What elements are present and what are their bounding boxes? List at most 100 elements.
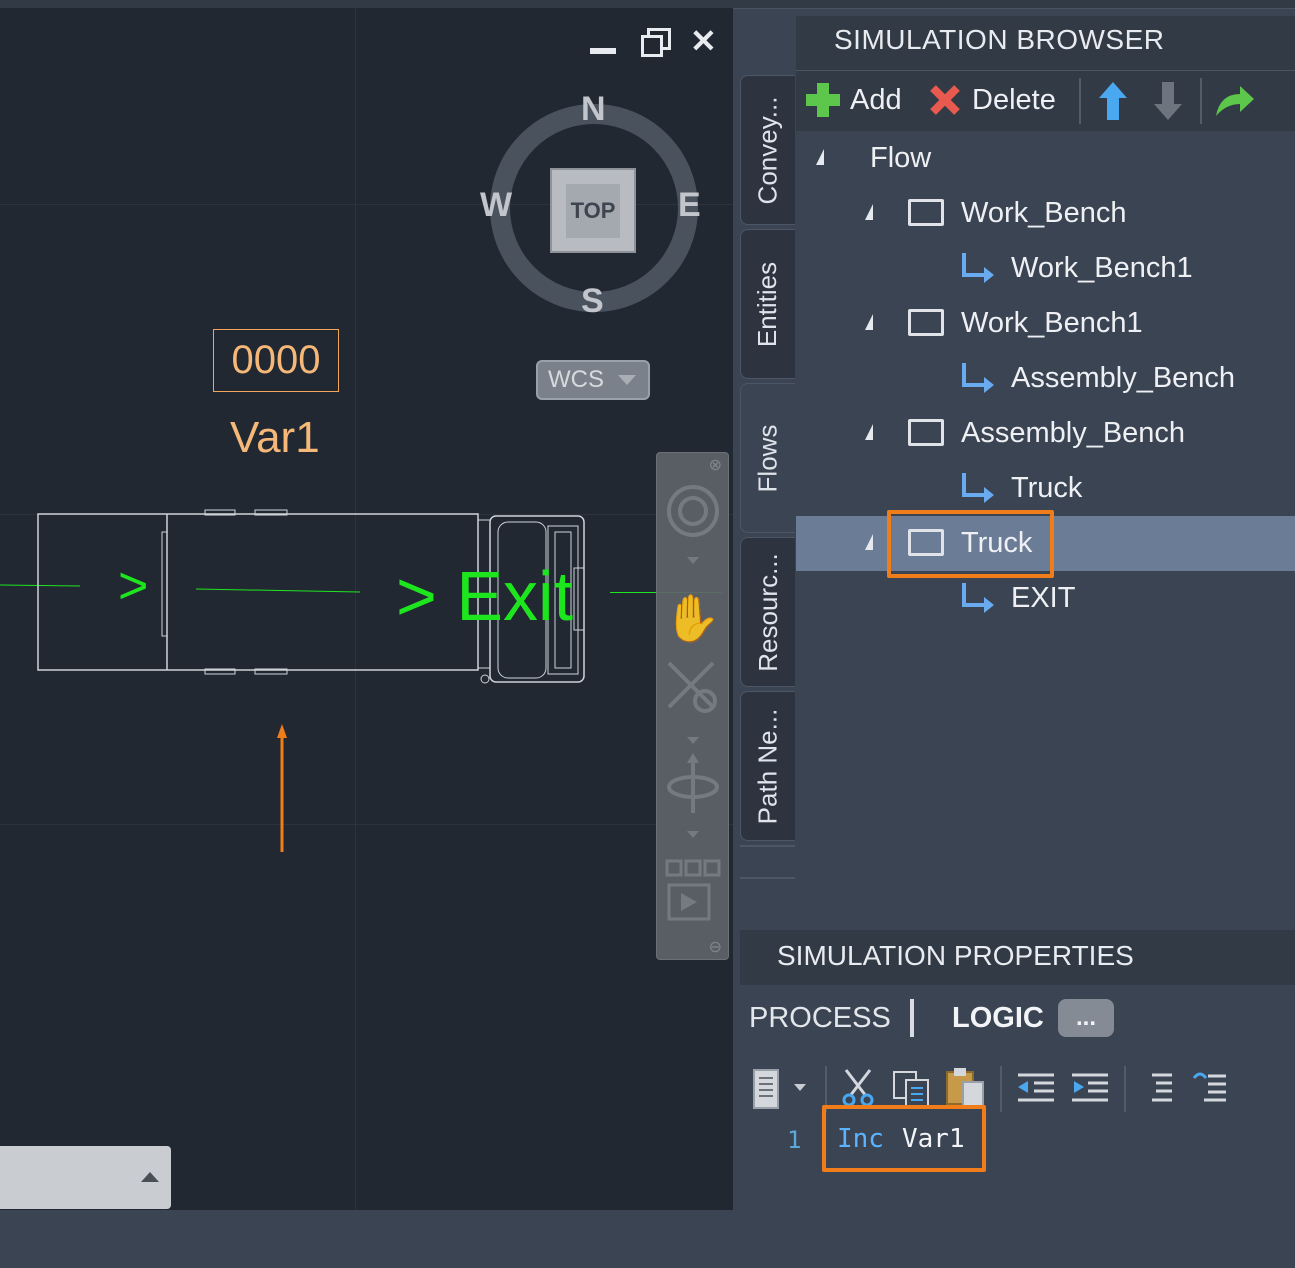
tree-route-row[interactable]: EXIT (796, 571, 1295, 626)
pan-hand-icon[interactable]: ✋ (657, 591, 728, 646)
tab-process[interactable]: PROCESS (749, 1002, 891, 1035)
steering-wheel-icon[interactable] (657, 483, 728, 539)
tree-node-label: Assembly_Bench (961, 417, 1186, 449)
document-icon[interactable] (752, 1068, 780, 1110)
tab-entities[interactable]: Entities (740, 229, 795, 379)
tab-stack-edge (740, 845, 795, 879)
close-icon[interactable]: ⊗ (657, 455, 728, 475)
expand-arrow-icon[interactable] (865, 314, 873, 330)
highlight-box (822, 1105, 986, 1172)
viewcube-top-label: TOP (566, 184, 620, 238)
toolbar-separator (1200, 78, 1202, 124)
tree-route-row[interactable]: Truck (796, 461, 1295, 516)
delete-label: Delete (972, 83, 1056, 116)
copy-icon[interactable] (892, 1070, 932, 1108)
move-up-icon[interactable] (1097, 82, 1129, 120)
zoom-extents-icon[interactable] (657, 657, 728, 719)
chevron-up-icon (141, 1172, 159, 1182)
process-rect-icon (908, 309, 944, 336)
add-button[interactable]: Add (806, 83, 902, 117)
tree-route-label: Truck (1011, 472, 1083, 504)
route-arrow-icon (962, 473, 994, 503)
tab-flows[interactable]: Flows (740, 383, 795, 533)
variable-label: Var1 (230, 413, 320, 462)
show-motion-icon[interactable] (657, 857, 728, 923)
tree-route-label: Assembly_Bench (1011, 362, 1236, 394)
highlight-box (887, 510, 1054, 578)
move-down-icon[interactable] (1152, 82, 1184, 120)
tree-node-label: Work_Bench1 (961, 307, 1143, 339)
more-button[interactable]: ... (1058, 999, 1114, 1037)
tree-node-label: Work_Bench (961, 197, 1127, 229)
flow-arrow-label: > (118, 557, 149, 615)
toolbar-separator (1000, 1066, 1002, 1112)
tab-conveyors[interactable]: Convey... (740, 75, 795, 225)
drawing-viewport[interactable]: ✕ N S E W TOP WCS 0000 Var1 > > Exit ⊗ ✋… (0, 8, 733, 1210)
compass-south[interactable]: S (581, 282, 604, 321)
plus-icon (806, 83, 840, 117)
tab-path-networks[interactable]: Path Ne... (740, 691, 795, 841)
counter-display[interactable]: 0000 (213, 329, 339, 392)
orbit-icon[interactable] (657, 753, 728, 817)
process-rect-icon (908, 419, 944, 446)
expand-arrow-icon[interactable] (865, 424, 873, 440)
tree-route-label: Work_Bench1 (1011, 252, 1193, 284)
wcs-label: WCS (548, 366, 604, 393)
cut-icon[interactable] (840, 1068, 876, 1108)
options-icon[interactable]: ⊖ (657, 937, 728, 957)
exit-label: > Exit (396, 557, 574, 635)
tab-label: Entities (752, 261, 783, 347)
layout-dropdown[interactable] (0, 1146, 171, 1209)
compass-north[interactable]: N (581, 90, 606, 129)
chevron-down-icon[interactable] (794, 1084, 806, 1091)
tree-root-label: Flow (870, 142, 932, 174)
minimize-icon[interactable] (590, 32, 616, 56)
browser-title: SIMULATION BROWSER (834, 24, 1165, 55)
viewcube-top-face[interactable]: TOP (550, 168, 636, 253)
restore-icon[interactable] (641, 28, 671, 57)
chevron-down-icon[interactable] (657, 737, 728, 744)
tree-route-row[interactable]: Assembly_Bench (796, 351, 1295, 406)
chevron-down-icon[interactable] (657, 831, 728, 838)
arrow-up-icon (277, 724, 287, 852)
tree-node-row[interactable]: Work_Bench (796, 186, 1295, 241)
tree-node-row[interactable]: Assembly_Bench (796, 406, 1295, 461)
paste-icon[interactable] (945, 1066, 987, 1108)
tree-route-row[interactable]: Work_Bench1 (796, 241, 1295, 296)
tab-resources[interactable]: Resourc... (740, 537, 795, 687)
redirect-arrow-icon[interactable] (1214, 84, 1256, 118)
delete-x-icon (930, 85, 960, 115)
tree-row-flow[interactable]: Flow (796, 131, 1295, 186)
close-icon[interactable]: ✕ (690, 22, 717, 60)
tab-label: Path Ne... (752, 708, 783, 824)
compass-west[interactable]: W (480, 186, 512, 225)
toolbar-separator (1124, 1066, 1126, 1112)
chevron-down-icon[interactable] (657, 557, 728, 564)
expand-arrow-icon[interactable] (865, 204, 873, 220)
expand-arrow-icon[interactable] (816, 149, 824, 165)
line-number: 1 (787, 1126, 802, 1154)
properties-title: SIMULATION PROPERTIES (777, 940, 1134, 971)
grid-line (0, 824, 733, 825)
process-rect-icon (908, 199, 944, 226)
tab-label: Flows (752, 424, 783, 492)
tree-node-row[interactable]: Work_Bench1 (796, 296, 1295, 351)
route-arrow-icon (962, 363, 994, 393)
tree-route-label: EXIT (1011, 582, 1076, 614)
wcs-dropdown[interactable]: WCS (536, 360, 650, 400)
outdent-icon[interactable] (1016, 1072, 1056, 1104)
chevron-down-icon (618, 375, 636, 385)
tab-divider (910, 999, 914, 1037)
indent-icon[interactable] (1070, 1072, 1110, 1104)
tab-label: Convey... (752, 96, 783, 204)
route-arrow-icon (962, 253, 994, 283)
navigation-bar[interactable]: ⊗ ✋ ⊖ (656, 452, 729, 960)
uncomment-lines-icon[interactable] (1192, 1070, 1228, 1104)
comment-lines-icon[interactable] (1142, 1072, 1174, 1104)
compass-east[interactable]: E (678, 186, 701, 225)
route-arrow-icon (962, 583, 994, 613)
status-bar (0, 1210, 738, 1268)
tab-logic[interactable]: LOGIC (952, 1002, 1044, 1035)
expand-arrow-icon[interactable] (865, 534, 873, 550)
delete-button[interactable]: Delete (928, 83, 1056, 117)
